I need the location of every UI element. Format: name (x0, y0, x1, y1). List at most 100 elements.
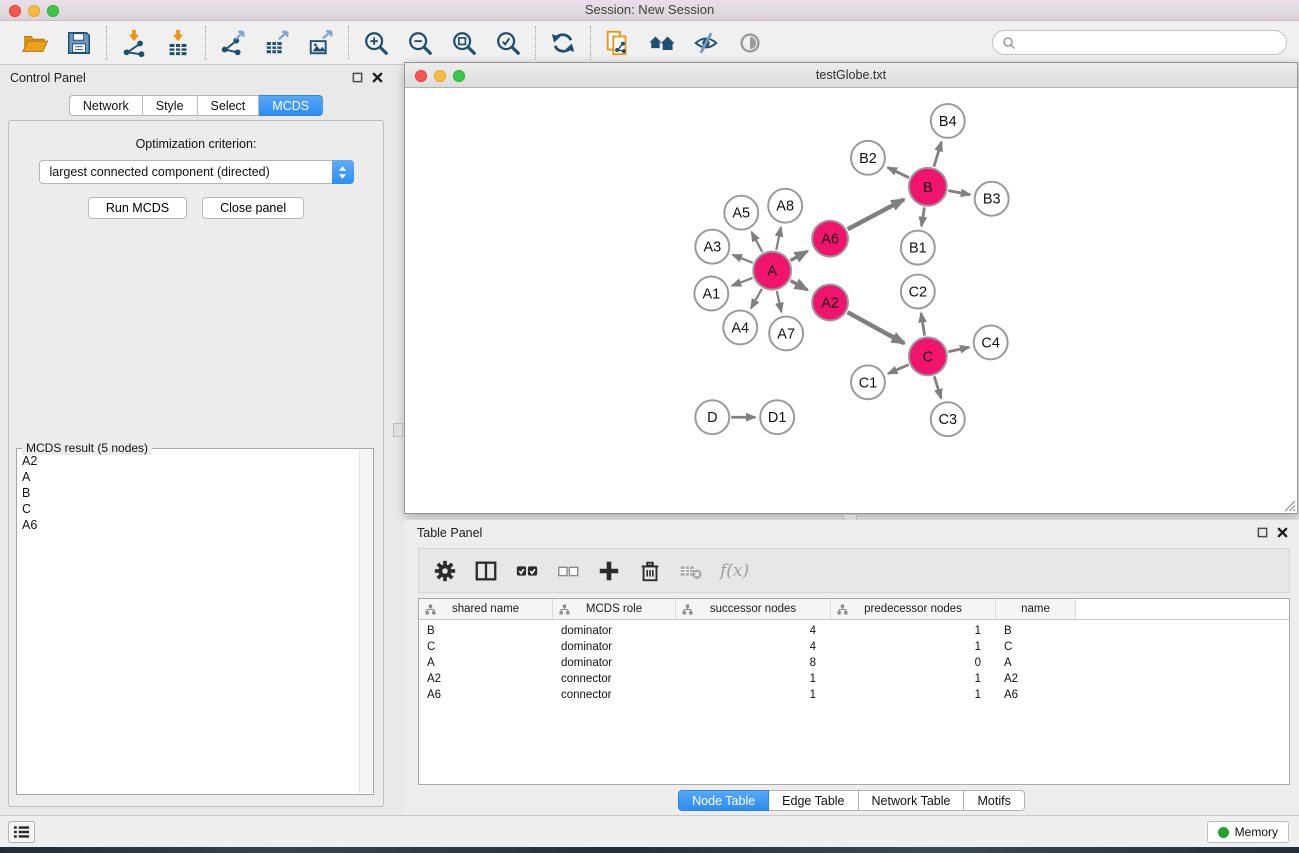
graph-edge-C-C1[interactable] (888, 365, 908, 374)
resize-grip-icon[interactable] (1283, 499, 1296, 512)
network-window-titlebar[interactable]: testGlobe.txt (405, 63, 1297, 88)
attribute-type-icon (425, 604, 436, 615)
table-options-button[interactable] (431, 557, 459, 585)
column-header-successor-nodes[interactable]: successor nodes (676, 599, 831, 619)
export-table-button[interactable] (262, 28, 292, 58)
graph-edge-A-A4[interactable] (751, 289, 762, 308)
graph-edge-A-A8[interactable] (776, 227, 781, 250)
export-image-button[interactable] (306, 28, 336, 58)
show-columns-button[interactable] (472, 557, 500, 585)
export-network-button[interactable] (218, 28, 248, 58)
graph-edge-B-B2[interactable] (888, 167, 909, 177)
contrast-eye-icon (736, 29, 764, 57)
zoom-out-button[interactable] (405, 28, 435, 58)
select-all-columns-button[interactable] (513, 557, 541, 585)
table-row-A[interactable]: Adominator80A (419, 655, 1289, 671)
open-session-button[interactable] (20, 28, 50, 58)
create-column-button[interactable] (595, 557, 623, 585)
graph-edge-A6-B[interactable] (848, 199, 904, 229)
graph-edge-B-B1[interactable] (921, 207, 924, 226)
column-header-shared-name[interactable]: shared name (419, 599, 553, 619)
column-header-name[interactable]: name (996, 599, 1076, 619)
graph-edge-A-A7[interactable] (777, 291, 782, 312)
show-details-button[interactable] (735, 28, 765, 58)
run-mcds-button[interactable]: Run MCDS (88, 197, 187, 219)
zoom-in-button[interactable] (361, 28, 391, 58)
tab-style[interactable]: Style (143, 95, 198, 116)
tab-edge-table[interactable]: Edge Table (769, 790, 858, 811)
control-panel: Control Panel NetworkStyleSelectMCDS Opt… (0, 65, 392, 815)
table-row-B[interactable]: Bdominator41B (419, 623, 1289, 639)
import-network-button[interactable] (119, 28, 149, 58)
duplicate-network-icon (604, 29, 632, 57)
close-table-panel-icon[interactable] (1277, 527, 1288, 538)
table-cell: 8 (676, 657, 831, 669)
import-table-button[interactable] (163, 28, 193, 58)
tab-network[interactable]: Network (69, 95, 143, 116)
mcds-result-item[interactable]: B (22, 485, 357, 501)
column-header-predecessor-nodes[interactable]: predecessor nodes (831, 599, 996, 619)
zoom-selected-button[interactable] (493, 28, 523, 58)
save-session-button[interactable] (64, 28, 94, 58)
tab-node-table[interactable]: Node Table (678, 790, 769, 811)
network-close-button[interactable] (415, 70, 427, 82)
criterion-dropdown[interactable]: largest connected component (directed) (39, 160, 354, 184)
network-zoom-button[interactable] (453, 70, 465, 82)
table-cell: A2 (996, 673, 1076, 685)
graph-edge-C-C4[interactable] (948, 347, 969, 352)
unselect-all-columns-button[interactable] (554, 557, 582, 585)
graph-edge-A-A6[interactable] (791, 251, 808, 260)
zoom-window-button[interactable] (47, 5, 59, 17)
search-icon (1002, 36, 1016, 50)
table-panel: Table Panel (404, 520, 1299, 815)
graph-edge-C-C3[interactable] (934, 376, 941, 398)
table-cell: 4 (676, 641, 831, 653)
memory-button[interactable]: Memory (1207, 821, 1289, 843)
zoom-fit-button[interactable] (449, 28, 479, 58)
search-input[interactable] (1021, 36, 1277, 50)
table-row-A2[interactable]: A2connector11A2 (419, 671, 1289, 687)
vertical-splitter-grip[interactable] (393, 423, 403, 437)
graph-node-label-D: D (707, 410, 717, 426)
graph-node-label-D1: D1 (768, 410, 786, 426)
delete-table-button[interactable] (677, 557, 705, 585)
refresh-button[interactable] (548, 28, 578, 58)
close-panel-icon[interactable] (372, 72, 383, 83)
column-header-mcds-role[interactable]: MCDS role (553, 599, 676, 619)
table-row-A6[interactable]: A6connector11A6 (419, 687, 1289, 703)
close-panel-button[interactable]: Close panel (202, 197, 304, 219)
tab-motifs[interactable]: Motifs (964, 790, 1024, 811)
mcds-result-item[interactable]: A (22, 469, 357, 485)
mcds-result-item[interactable]: A6 (22, 517, 357, 533)
memory-label: Memory (1235, 825, 1278, 839)
tab-mcds[interactable]: MCDS (259, 95, 323, 116)
float-panel-icon[interactable] (352, 72, 363, 83)
graph-edge-A2-C[interactable] (848, 312, 905, 343)
graph-edge-A-A2[interactable] (791, 281, 808, 290)
mcds-result-item[interactable]: A2 (22, 453, 357, 469)
panel-list-button[interactable] (8, 821, 35, 843)
home-button[interactable] (647, 28, 677, 58)
graph-edge-B-B3[interactable] (948, 191, 970, 195)
graph-edge-B-B4[interactable] (934, 142, 941, 167)
network-canvas[interactable]: AA1A2A3A4A5A6A7A8BB1B2B3B4CC1C2C3C4DD1 (405, 89, 1297, 513)
tab-network-table[interactable]: Network Table (859, 790, 965, 811)
table-cell: 1 (676, 673, 831, 685)
float-table-panel-icon[interactable] (1257, 527, 1268, 538)
graph-edge-C-C2[interactable] (921, 313, 924, 335)
duplicate-network-button[interactable] (603, 28, 633, 58)
function-builder-button[interactable]: f(x) (718, 557, 749, 585)
graph-edge-A-A5[interactable] (752, 232, 763, 252)
result-scrollbar[interactable] (359, 450, 372, 793)
delete-columns-button[interactable] (636, 557, 664, 585)
network-minimize-button[interactable] (434, 70, 446, 82)
hide-details-button[interactable] (691, 28, 721, 58)
minimize-window-button[interactable] (28, 5, 40, 17)
tab-select[interactable]: Select (198, 95, 260, 116)
close-window-button[interactable] (9, 5, 21, 17)
graph-node-label-A5: A5 (732, 206, 750, 222)
graph-edge-A-A1[interactable] (732, 278, 753, 286)
graph-edge-A-A3[interactable] (733, 255, 753, 263)
mcds-result-item[interactable]: C (22, 501, 357, 517)
table-row-C[interactable]: Cdominator41C (419, 639, 1289, 655)
